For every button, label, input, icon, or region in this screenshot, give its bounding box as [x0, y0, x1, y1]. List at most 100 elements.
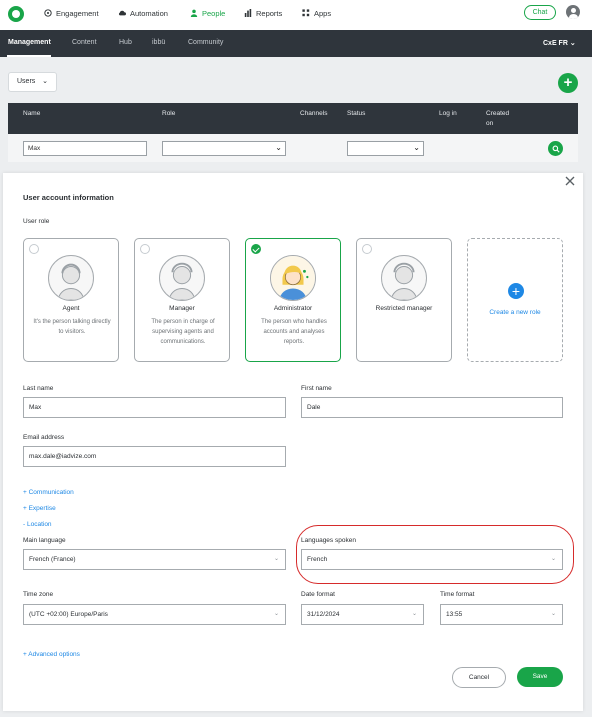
last-name-label: Last name [23, 385, 54, 392]
user-avatar[interactable] [566, 5, 580, 19]
column-header-created-on[interactable]: Created on [486, 109, 516, 129]
chevron-down-icon: ⌄ [411, 611, 417, 617]
bar-chart-icon [244, 9, 252, 17]
role-card-administrator[interactable]: Administrator The person who handles acc… [245, 238, 341, 362]
chevron-down-icon: ⌄ [413, 143, 420, 152]
nav-engagement-label: Engagement [56, 8, 99, 18]
email-field[interactable]: max.dale@iadvize.com [23, 446, 286, 467]
nav-reports-label: Reports [256, 8, 283, 18]
chevron-down-icon: ⌄ [550, 556, 556, 562]
save-button[interactable]: Save [517, 667, 563, 687]
date-format-label: Date format [301, 591, 335, 598]
time-format-value: 13:55 [446, 611, 463, 618]
role-description: The person in charge of supervising agen… [151, 319, 215, 345]
languages-spoken-select[interactable]: French ⌄ [301, 549, 563, 570]
date-format-value: 31/12/2024 [307, 611, 340, 618]
close-icon[interactable] [564, 175, 576, 187]
agent-avatar-icon [48, 255, 94, 301]
administrator-avatar-icon [270, 255, 316, 301]
role-card-restricted-manager[interactable]: Restricted manager [356, 238, 452, 362]
time-zone-select[interactable]: (UTC +02:00) Europe/Paris ⌄ [23, 604, 286, 625]
last-name-field[interactable]: Max [23, 397, 286, 418]
chat-button[interactable]: Chat [524, 5, 556, 20]
modal-title: User account information [23, 193, 114, 202]
subnav-ibbu[interactable]: ibbü [152, 39, 165, 46]
expertise-link[interactable]: + Expertise [23, 505, 56, 512]
grid-icon [302, 9, 310, 17]
role-name: Agent [62, 305, 80, 312]
add-user-button[interactable]: + [558, 73, 578, 93]
role-name: Administrator [273, 305, 313, 312]
role-radio[interactable] [362, 244, 372, 254]
subnav-community[interactable]: Community [188, 39, 223, 46]
main-language-select[interactable]: French (France) ⌄ [23, 549, 286, 570]
view-select-value: Users [17, 78, 36, 85]
subnav-content[interactable]: Content [72, 39, 97, 46]
role-name: Manager [169, 305, 195, 312]
role-description: It's the person talking directly to visi… [33, 319, 111, 335]
chevron-down-icon: ⌄ [273, 611, 279, 617]
nav-people-label: People [202, 8, 226, 18]
role-card-agent[interactable]: Agent It's the person talking directly t… [23, 238, 119, 362]
advanced-options-link[interactable]: + Advanced options [23, 651, 80, 658]
communication-link[interactable]: + Communication [23, 489, 74, 496]
location-link[interactable]: - Location [23, 521, 52, 528]
nav-people[interactable]: People [190, 8, 225, 18]
role-description: The person who handles accounts and anal… [261, 319, 327, 345]
column-header-role[interactable]: Role [162, 109, 175, 119]
nav-engagement[interactable]: Engagement [44, 8, 99, 18]
main-language-label: Main language [23, 537, 66, 544]
create-role-label: Create a new role [489, 309, 541, 316]
time-zone-label: Time zone [23, 591, 54, 598]
role-radio[interactable] [140, 244, 150, 254]
account-select[interactable]: CxE FR ⌄ [543, 39, 576, 47]
nav-automation-label: Automation [130, 8, 168, 18]
cloud-icon [118, 10, 126, 16]
column-header-channels[interactable]: Channels [300, 109, 327, 119]
nav-reports[interactable]: Reports [244, 8, 282, 18]
name-filter-input[interactable]: Max [23, 141, 147, 156]
languages-spoken-value: French [307, 556, 328, 563]
chevron-down-icon: ⌄ [275, 143, 282, 152]
column-header-name[interactable]: Name [23, 109, 40, 119]
status-filter-select[interactable]: ⌄ [347, 141, 424, 156]
nav-apps[interactable]: Apps [302, 8, 331, 18]
email-label: Email address [23, 434, 65, 441]
subnav-active-indicator [7, 55, 51, 57]
table-filter-row: Max ⌄ ⌄ [8, 134, 578, 162]
role-radio[interactable] [29, 244, 39, 254]
languages-spoken-label: Languages spoken [301, 537, 356, 544]
time-format-label: Time format [440, 591, 475, 598]
cancel-button[interactable]: Cancel [452, 667, 506, 688]
person-icon [190, 9, 198, 17]
role-radio-checked[interactable] [251, 244, 261, 254]
search-button[interactable] [548, 141, 563, 156]
chevron-down-icon: ⌄ [273, 556, 279, 562]
chevron-down-icon: ⌄ [569, 40, 576, 47]
subnav-management[interactable]: Management [8, 39, 51, 46]
chevron-down-icon: ⌄ [550, 611, 556, 617]
search-icon [552, 145, 560, 153]
column-header-login[interactable]: Log in [439, 109, 457, 119]
create-role-card[interactable]: + Create a new role [467, 238, 563, 362]
user-role-label: User role [23, 218, 50, 225]
time-format-select[interactable]: 13:55 ⌄ [440, 604, 563, 625]
chevron-down-icon: ⌄ [42, 78, 48, 85]
main-language-value: French (France) [29, 556, 76, 563]
first-name-label: First name [301, 385, 332, 392]
date-format-select[interactable]: 31/12/2024 ⌄ [301, 604, 424, 625]
app-logo-icon[interactable] [8, 6, 24, 22]
users-table-header: Name Role Channels Status Log in Created… [8, 103, 578, 134]
column-header-status[interactable]: Status [347, 109, 365, 119]
nav-automation[interactable]: Automation [118, 8, 168, 18]
restricted-manager-avatar-icon [381, 255, 427, 301]
subnav-hub[interactable]: Hub [119, 39, 132, 46]
role-filter-select[interactable]: ⌄ [162, 141, 286, 156]
plus-icon: + [508, 283, 524, 299]
nav-apps-label: Apps [314, 8, 332, 18]
view-select[interactable]: Users ⌄ [8, 72, 57, 92]
role-card-manager[interactable]: Manager The person in charge of supervis… [134, 238, 230, 362]
time-zone-value: (UTC +02:00) Europe/Paris [29, 611, 108, 618]
first-name-field[interactable]: Dale [301, 397, 563, 418]
compass-icon [44, 9, 52, 17]
